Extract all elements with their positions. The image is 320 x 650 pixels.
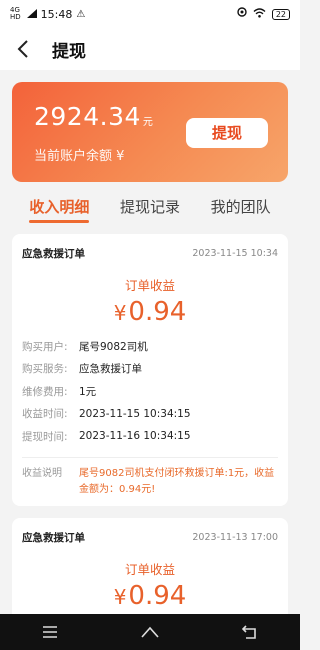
order-card[interactable]: 应急救援订单 2023-11-13 17:00 订单收益 ¥0.94: [12, 518, 288, 628]
balance-card: 2924.34 元 当前账户余额 ¥ 提现: [12, 82, 288, 182]
balance-amount: 2924.34 元: [34, 102, 153, 131]
tab-withdraw-records[interactable]: 提现记录: [120, 193, 180, 227]
earnings-amount: ¥0.94: [12, 297, 288, 335]
order-details: 购买用户: 尾号9082司机 购买服务: 应急救援订单 维修费用: 1元 收益时…: [12, 335, 288, 448]
app-header: 提现: [0, 28, 300, 70]
order-date: 2023-11-15 10:34: [192, 247, 278, 259]
detail-value: 尾号9082司机: [79, 340, 148, 353]
detail-value: 应急救援订单: [79, 363, 142, 376]
detail-row-service: 购买服务: 应急救援订单: [22, 358, 278, 381]
detail-value: 2023-11-16 10:34:15: [79, 430, 191, 443]
tab-bar: 收入明细 提现记录 我的团队: [0, 193, 300, 227]
earnings-note: 收益说明 尾号9082司机支付闭环救援订单:1元，收益金额为：0.94元!: [12, 458, 288, 498]
page-title: 提现: [52, 41, 86, 62]
order-date: 2023-11-13 17:00: [192, 531, 278, 543]
warning-icon: ⚠: [76, 8, 86, 20]
note-value: 尾号9082司机支付闭环救援订单:1元，收益金额为：0.94元!: [79, 467, 275, 495]
network-sub: HD: [10, 13, 21, 21]
balance-label: 当前账户余额 ¥: [34, 149, 125, 164]
menu-icon[interactable]: [35, 620, 65, 644]
currency-symbol: ¥: [113, 585, 127, 609]
wifi-icon: [253, 7, 266, 21]
signal-indicator: 4G HD: [10, 7, 21, 21]
detail-key: 购买用户:: [22, 340, 68, 353]
earnings-value: 0.94: [128, 297, 187, 327]
order-card[interactable]: 应急救援订单 2023-11-15 10:34 订单收益 ¥0.94 购买用户:…: [12, 234, 288, 506]
location-icon: [237, 7, 247, 21]
order-header: 应急救援订单 2023-11-13 17:00: [12, 518, 288, 556]
earnings-label: 订单收益: [124, 562, 175, 577]
detail-value: 2023-11-15 10:34:15: [79, 407, 191, 420]
status-bar: 4G HD 15:48 ⚠ 22: [0, 0, 300, 28]
signal-icon: [26, 8, 37, 21]
return-icon[interactable]: [235, 620, 265, 644]
detail-row-withdraw-time: 提现时间: 2023-11-16 10:34:15: [22, 425, 278, 448]
detail-value: 1元: [79, 385, 97, 398]
balance-unit: 元: [142, 117, 154, 128]
detail-key: 购买服务:: [22, 363, 68, 376]
order-type: 应急救援订单: [22, 531, 85, 544]
tab-my-team[interactable]: 我的团队: [211, 193, 271, 227]
battery-indicator: 22: [271, 8, 290, 20]
earnings-value: 0.94: [128, 581, 187, 611]
system-nav-bar: [0, 614, 300, 650]
balance-value: 2924.34: [34, 102, 141, 131]
detail-key: 维修费用:: [22, 385, 68, 398]
home-icon[interactable]: [135, 620, 165, 644]
order-type: 应急救援订单: [22, 247, 85, 260]
withdraw-button[interactable]: 提现: [186, 118, 268, 148]
chevron-left-icon[interactable]: [12, 38, 34, 60]
order-header: 应急救援订单 2023-11-15 10:34: [12, 234, 288, 272]
status-time: 15:48: [40, 7, 73, 21]
tab-income-details[interactable]: 收入明细: [29, 193, 90, 227]
detail-row-fee: 维修费用: 1元: [22, 380, 278, 403]
detail-row-earn-time: 收益时间: 2023-11-15 10:34:15: [22, 403, 278, 426]
earnings-label: 订单收益: [124, 278, 175, 293]
currency-symbol: ¥: [113, 301, 127, 325]
detail-row-buyer: 购买用户: 尾号9082司机: [22, 335, 278, 358]
detail-key: 收益时间:: [22, 408, 68, 421]
detail-key: 提现时间:: [22, 430, 68, 443]
note-key: 收益说明: [22, 467, 62, 479]
